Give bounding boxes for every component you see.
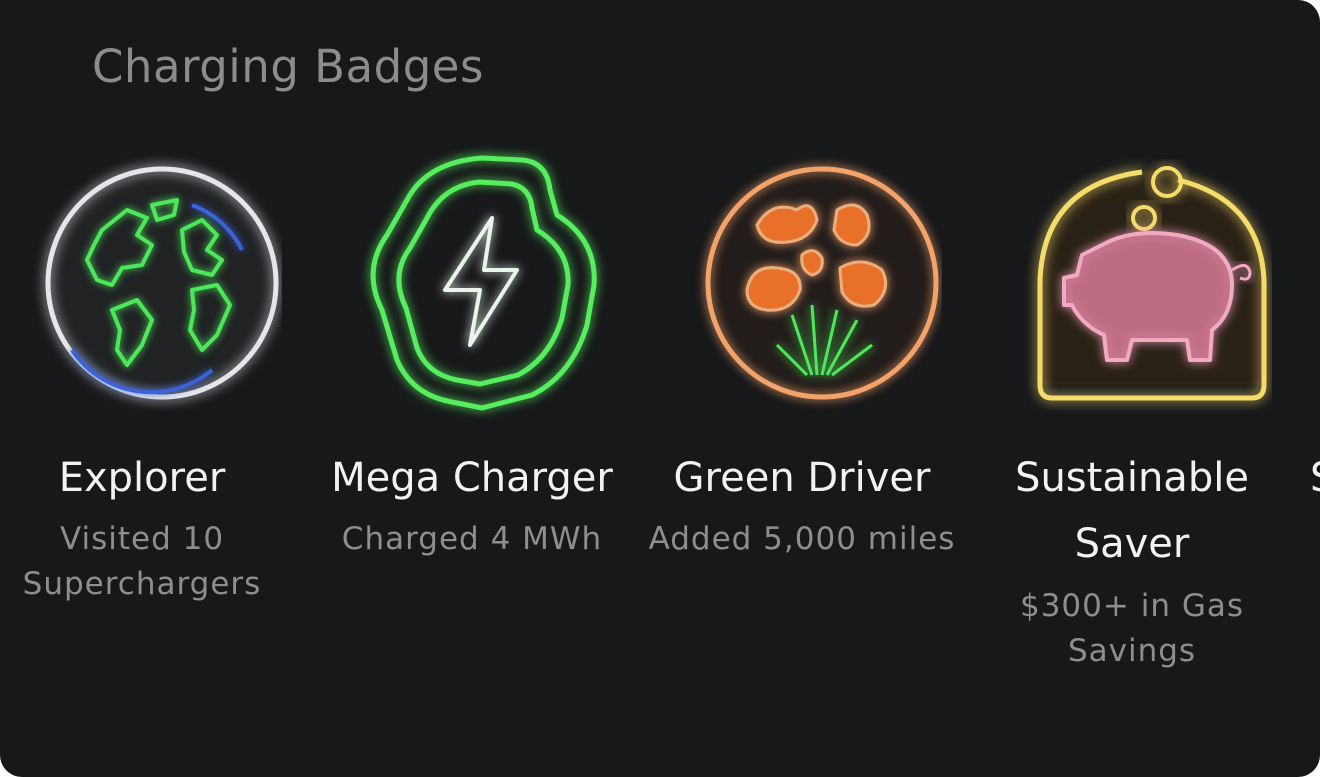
badge-green-driver[interactable]: Green Driver Added 5,000 miles <box>642 140 962 557</box>
badge-description: Charged 4 MWh <box>341 521 603 557</box>
badge-description: Visited 10 Superchargers <box>22 521 262 602</box>
badge-description: Added 5,000 miles <box>648 521 956 557</box>
badge-description: $300+ in Gas Savings <box>1019 588 1244 669</box>
badge-name: Explorer <box>58 455 226 501</box>
globe-icon <box>45 166 279 400</box>
badge-explorer[interactable]: Explorer Visited 10 Superchargers <box>0 140 302 602</box>
piggy-bank-icon <box>1037 166 1267 401</box>
poppy-flowers-icon <box>705 166 939 400</box>
section-title: Charging Badges <box>92 40 484 93</box>
lightning-bolt-icon <box>370 155 597 411</box>
charging-badges-card: Charging Badges Explorer Visited 10 Supe… <box>0 0 1320 777</box>
badge-sustainable-saver[interactable]: Sustainable Saver $300+ in Gas Savings <box>972 140 1292 669</box>
badge-mega-charger[interactable]: Mega Charger Charged 4 MWh <box>312 140 632 557</box>
badge-name: Mega Charger <box>331 455 613 501</box>
partial-badge-name: S <box>1310 445 1320 511</box>
badge-name: Green Driver <box>673 455 931 501</box>
badge-name: Sustainable Saver <box>1015 455 1249 567</box>
